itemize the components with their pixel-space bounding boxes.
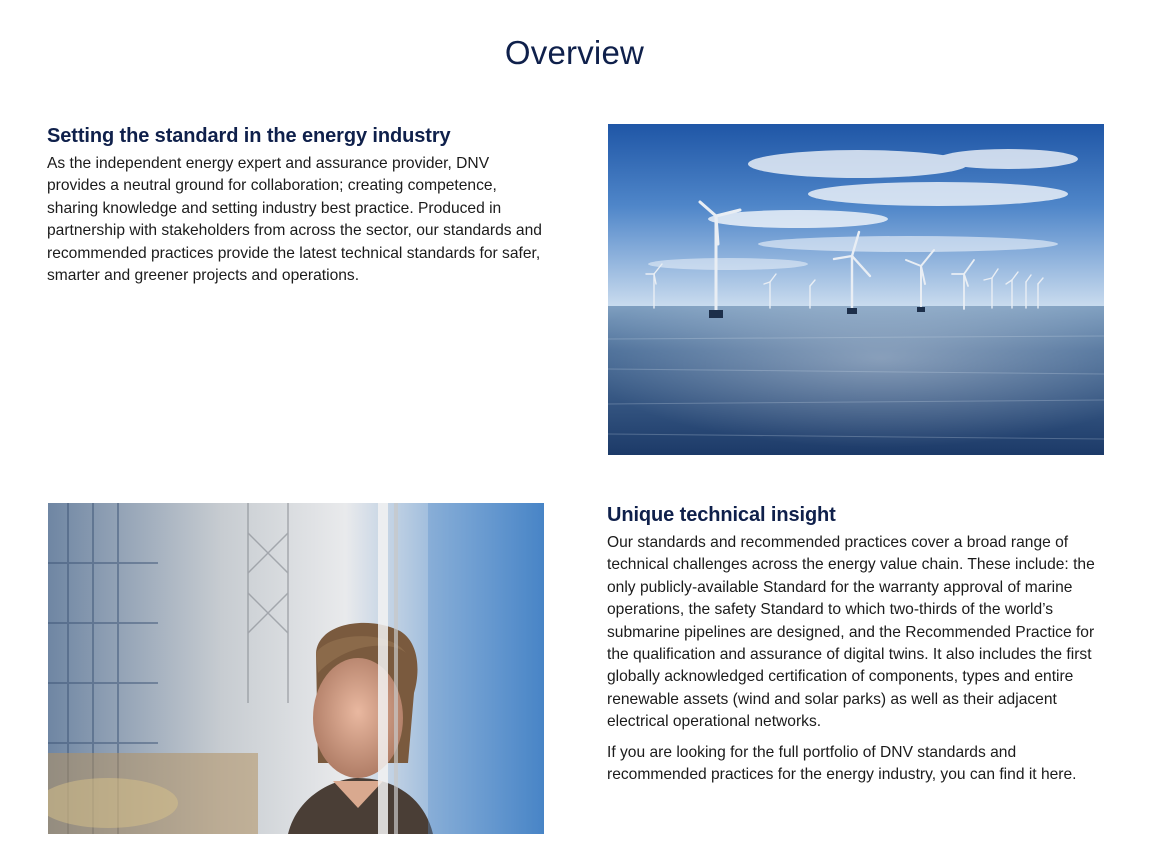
portfolio-text-end: . bbox=[1072, 766, 1077, 784]
section-body: As the independent energy expert and ass… bbox=[47, 155, 542, 285]
offshore-wind-farm-image bbox=[608, 124, 1104, 455]
portfolio-here-link[interactable]: here bbox=[1041, 766, 1072, 783]
offshore-wind-turbines-photo bbox=[608, 124, 1104, 455]
section-body: Our standards and recommended practices … bbox=[607, 534, 1095, 731]
section-technical-insight: Unique technical insight Our standards a… bbox=[607, 502, 1103, 786]
page-title: Overview bbox=[504, 34, 645, 71]
woman-engineer-photo bbox=[48, 503, 544, 834]
section-heading: Setting the standard in the energy indus… bbox=[47, 125, 451, 147]
engineer-portrait-image bbox=[48, 503, 544, 834]
section-heading: Unique technical insight bbox=[607, 504, 836, 526]
portfolio-text: If you are looking for the full portfoli… bbox=[607, 743, 1041, 784]
portfolio-paragraph: If you are looking for the full portfoli… bbox=[607, 742, 1103, 787]
section-energy-standard: Setting the standard in the energy indus… bbox=[47, 123, 543, 287]
